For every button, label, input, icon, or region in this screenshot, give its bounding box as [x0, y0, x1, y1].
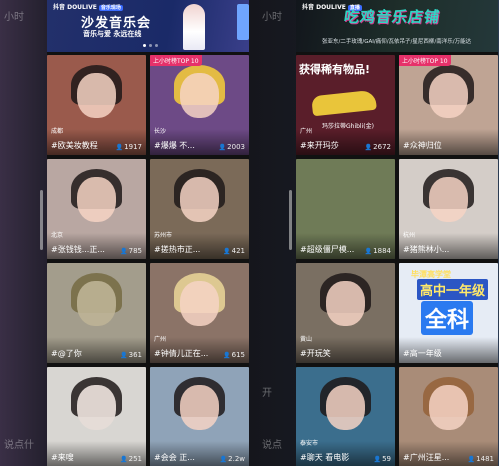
brand-tag: 音乐现场	[98, 5, 123, 11]
room-caption: #超级僵尸模...	[300, 245, 355, 254]
location-label: 广州	[300, 128, 313, 135]
location-label: 泰安市	[300, 440, 319, 447]
room-caption: #钟倩儿正在...	[154, 349, 209, 358]
live-room-card[interactable]: 苏州市 #搓热市正... 👤 421	[150, 159, 249, 259]
location-label: 北京	[51, 232, 64, 239]
performer-image	[183, 4, 205, 50]
promo-banner[interactable]: 抖音 DOULIVE 直播 吃鸡音乐店铺 张亚东/二手玫瑰/GAI/痛仰/瓦依吊子…	[296, 0, 498, 52]
live-room-grid: 成都 #欧美妆教程 👤 1917 上小时榜TOP 10 长沙 #爆爆 不... 👤 2003 …	[47, 55, 249, 466]
viewer-icon: 👤	[364, 143, 373, 151]
bg-label: 小时	[262, 12, 282, 23]
location-label: 广州	[154, 336, 167, 343]
room-caption: #爆爆 不...	[154, 141, 195, 150]
viewer-icon: 👤	[218, 143, 227, 151]
live-room-card[interactable]: #来嗖 👤 251	[47, 367, 146, 466]
banner-title: 吃鸡音乐店铺	[342, 8, 442, 26]
room-caption: #张钱钱...正...	[51, 245, 105, 254]
location-label: 成都	[51, 128, 64, 135]
room-caption: #@了你	[51, 349, 82, 358]
viewer-count: 1884	[373, 247, 391, 255]
viewer-icon: 👤	[467, 455, 476, 463]
live-room-card[interactable]: 杭州 #猪熊林小...	[399, 159, 498, 259]
live-room-card[interactable]: 获得稀有物品! 玛莎拉蒂Ghibli(金) 广州 #来开玛莎 👤 2672	[296, 55, 395, 155]
course-grade: 高中一年级	[417, 279, 489, 300]
room-caption: #聊天 看电影	[300, 453, 350, 462]
viewer-icon: 👤	[364, 247, 373, 255]
viewer-count: 2672	[373, 143, 391, 151]
viewer-icon: 👤	[120, 455, 128, 463]
live-room-card[interactable]: 上小时榜TOP 10 长沙 #爆爆 不... 👤 2003	[150, 55, 249, 155]
item-drop-title: 获得稀有物品!	[299, 63, 371, 76]
bg-label: 说点	[262, 440, 282, 451]
scrollbar[interactable]	[40, 190, 43, 250]
viewer-count: 2.2w	[228, 455, 245, 463]
live-feed-panel: 抖音 DOULIVE 直播 吃鸡音乐店铺 张亚东/二手玫瑰/GAI/痛仰/瓦依吊子…	[296, 0, 498, 466]
room-caption: #搓热市正...	[154, 245, 201, 254]
viewer-icon: 👤	[223, 351, 231, 359]
viewer-icon: 👤	[115, 143, 124, 151]
viewer-icon: 👤	[120, 247, 128, 255]
viewer-count: 361	[128, 351, 142, 359]
viewer-count: 1917	[124, 143, 142, 151]
next-banner-peek	[237, 4, 249, 40]
carousel-dots	[143, 44, 158, 47]
brand-label: 抖音 DOULIVE	[53, 4, 97, 11]
live-room-card[interactable]: #@了你 👤 361	[47, 263, 146, 363]
live-feed-panel: 抖音 DOULIVE 音乐现场 沙发音乐会 音乐与爱 永远在线 成都 #欧美妆教程 👤…	[47, 0, 249, 466]
viewer-count: 2003	[227, 143, 245, 151]
location-label: 长沙	[154, 128, 167, 135]
room-caption: #来嗖	[51, 453, 74, 462]
live-room-grid: 获得稀有物品! 玛莎拉蒂Ghibli(金) 广州 #来开玛莎 👤 2672 上小时榜TOP…	[296, 55, 498, 466]
location-label: 苏州市	[154, 232, 173, 239]
room-caption: #猪熊林小...	[403, 245, 450, 254]
viewer-icon: 👤	[219, 455, 228, 463]
viewer-icon: 👤	[223, 247, 231, 255]
scrollbar[interactable]	[289, 190, 292, 250]
car-image	[311, 89, 377, 117]
location-label: 黄山	[300, 336, 313, 343]
room-caption: #欧美妆教程	[51, 141, 98, 150]
course-title: 全科	[421, 301, 474, 335]
live-room-card[interactable]: 毕潭高学堂 高中一年级 全科 #高一年级	[399, 263, 498, 363]
brand-label: 抖音 DOULIVE	[302, 4, 346, 11]
banner-subtitle: 音乐与爱 永远在线	[83, 30, 142, 38]
bg-label: 开	[262, 388, 272, 399]
live-room-card[interactable]: 泰安市 #聊天 看电影 👤 59	[296, 367, 395, 466]
viewer-count: 421	[231, 247, 245, 255]
location-label: 杭州	[403, 232, 416, 239]
live-room-card[interactable]: 上小时榜TOP 10 #众神归位	[399, 55, 498, 155]
live-room-card[interactable]: #会会 正... 👤 2.2w	[150, 367, 249, 466]
live-room-card[interactable]: #广州汪星... 👤 1481	[399, 367, 498, 466]
room-caption: #开玩笑	[300, 349, 331, 358]
bg-label: 小时	[4, 12, 24, 23]
rank-badge: 上小时榜TOP 10	[399, 55, 451, 66]
viewer-count: 59	[382, 455, 391, 463]
room-caption: #来开玛莎	[300, 141, 339, 150]
live-room-card[interactable]: 成都 #欧美妆教程 👤 1917	[47, 55, 146, 155]
live-room-card[interactable]: #超级僵尸模... 👤 1884	[296, 159, 395, 259]
live-room-card[interactable]: 北京 #张钱钱...正... 👤 785	[47, 159, 146, 259]
viewer-count: 615	[231, 351, 245, 359]
viewer-icon: 👤	[373, 455, 382, 463]
banner-lineup: 张亚东/二手玫瑰/GAI/痛仰/瓦依吊子/星尼西柳/南洋乐/万能达	[322, 39, 472, 45]
bg-label: 说点什	[4, 440, 34, 451]
room-caption: #广州汪星...	[403, 453, 450, 462]
viewer-icon: 👤	[120, 351, 128, 359]
live-room-card[interactable]: 广州 #钟倩儿正在... 👤 615	[150, 263, 249, 363]
room-caption: #高一年级	[403, 349, 442, 358]
screen: 小时 说点什 小时 开 说点 抖音 DOULIVE 音乐现场 沙发音乐会 音乐与爱…	[0, 0, 499, 466]
viewer-count: 1481	[476, 455, 494, 463]
room-caption: #众神归位	[403, 141, 442, 150]
viewer-count: 251	[128, 455, 142, 463]
room-caption: #会会 正...	[154, 453, 195, 462]
promo-banner[interactable]: 抖音 DOULIVE 音乐现场 沙发音乐会 音乐与爱 永远在线	[47, 0, 249, 52]
live-room-card[interactable]: 黄山 #开玩笑	[296, 263, 395, 363]
rank-badge: 上小时榜TOP 10	[150, 55, 202, 66]
viewer-count: 785	[128, 247, 142, 255]
